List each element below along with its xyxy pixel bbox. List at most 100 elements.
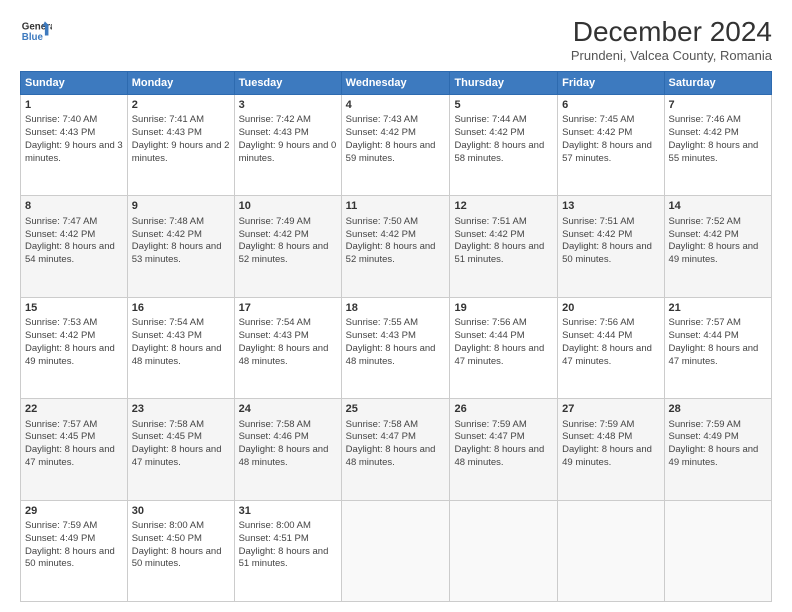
table-cell: 30Sunrise: 8:00 AM Sunset: 4:50 PM Dayli… bbox=[127, 500, 234, 601]
day-number: 11 bbox=[346, 199, 446, 214]
table-cell: 18Sunrise: 7:55 AM Sunset: 4:43 PM Dayli… bbox=[341, 297, 450, 398]
day-info: Sunrise: 7:59 AM Sunset: 4:47 PM Dayligh… bbox=[454, 419, 553, 470]
table-cell: 10 Sunrise: 7:49 AM Sunset: 4:42 PM Dayli… bbox=[234, 196, 341, 297]
day-info: Sunrise: 7:44 AM Sunset: 4:42 PM Dayligh… bbox=[454, 114, 553, 165]
day-number: 22 bbox=[25, 402, 123, 417]
table-cell: 15Sunrise: 7:53 AM Sunset: 4:42 PM Dayli… bbox=[21, 297, 128, 398]
day-info: Sunrise: 7:59 AM Sunset: 4:48 PM Dayligh… bbox=[562, 419, 659, 470]
table-cell: 20Sunrise: 7:56 AM Sunset: 4:44 PM Dayli… bbox=[558, 297, 664, 398]
week-row-4: 22 Sunrise: 7:57 AM Sunset: 4:45 PM Dayli… bbox=[21, 399, 772, 500]
day-number: 20 bbox=[562, 301, 659, 316]
day-info: Sunrise: 7:58 AM Sunset: 4:45 PM Dayligh… bbox=[132, 419, 230, 470]
table-cell: 26Sunrise: 7:59 AM Sunset: 4:47 PM Dayli… bbox=[450, 399, 558, 500]
header-wednesday: Wednesday bbox=[341, 72, 450, 95]
day-info: Sunrise: 7:41 AM Sunset: 4:43 PM Dayligh… bbox=[132, 114, 230, 165]
table-cell: 23 Sunrise: 7:58 AM Sunset: 4:45 PM Dayli… bbox=[127, 399, 234, 500]
day-number: 30 bbox=[132, 504, 230, 519]
day-number: 13 bbox=[562, 199, 659, 214]
table-cell bbox=[450, 500, 558, 601]
table-cell: 5Sunrise: 7:44 AM Sunset: 4:42 PM Daylig… bbox=[450, 95, 558, 196]
page: General Blue December 2024 Prundeni, Val… bbox=[0, 0, 792, 612]
day-number: 16 bbox=[132, 301, 230, 316]
day-info: Sunrise: 7:43 AM Sunset: 4:42 PM Dayligh… bbox=[346, 114, 446, 165]
table-cell: 27 Sunrise: 7:59 AM Sunset: 4:48 PM Dayli… bbox=[558, 399, 664, 500]
day-number: 18 bbox=[346, 301, 446, 316]
table-cell: 13 Sunrise: 7:51 AM Sunset: 4:42 PM Dayli… bbox=[558, 196, 664, 297]
logo: General Blue bbox=[20, 16, 52, 48]
table-cell: 2Sunrise: 7:41 AM Sunset: 4:43 PM Daylig… bbox=[127, 95, 234, 196]
table-cell: 31Sunrise: 8:00 AM Sunset: 4:51 PM Dayli… bbox=[234, 500, 341, 601]
header-thursday: Thursday bbox=[450, 72, 558, 95]
day-info: Sunrise: 7:49 AM Sunset: 4:42 PM Dayligh… bbox=[239, 216, 337, 267]
day-info: Sunrise: 7:45 AM Sunset: 4:42 PM Dayligh… bbox=[562, 114, 659, 165]
day-info: Sunrise: 7:46 AM Sunset: 4:42 PM Dayligh… bbox=[669, 114, 767, 165]
table-cell: 12 Sunrise: 7:51 AM Sunset: 4:42 PM Dayli… bbox=[450, 196, 558, 297]
day-number: 10 bbox=[239, 199, 337, 214]
day-info: Sunrise: 7:59 AM Sunset: 4:49 PM Dayligh… bbox=[25, 520, 123, 571]
table-cell: 6Sunrise: 7:45 AM Sunset: 4:42 PM Daylig… bbox=[558, 95, 664, 196]
day-number: 4 bbox=[346, 98, 446, 113]
logo-icon: General Blue bbox=[20, 16, 52, 48]
header-tuesday: Tuesday bbox=[234, 72, 341, 95]
day-info: Sunrise: 7:57 AM Sunset: 4:44 PM Dayligh… bbox=[669, 317, 767, 368]
day-number: 6 bbox=[562, 98, 659, 113]
table-cell: 25Sunrise: 7:58 AM Sunset: 4:47 PM Dayli… bbox=[341, 399, 450, 500]
table-cell: 14 Sunrise: 7:52 AM Sunset: 4:42 PM Dayli… bbox=[664, 196, 771, 297]
day-number: 12 bbox=[454, 199, 553, 214]
header-row: Sunday Monday Tuesday Wednesday Thursday… bbox=[21, 72, 772, 95]
svg-text:Blue: Blue bbox=[22, 32, 44, 43]
day-info: Sunrise: 7:48 AM Sunset: 4:42 PM Dayligh… bbox=[132, 216, 230, 267]
day-info: Sunrise: 7:47 AM Sunset: 4:42 PM Dayligh… bbox=[25, 216, 123, 267]
table-cell: 7Sunrise: 7:46 AM Sunset: 4:42 PM Daylig… bbox=[664, 95, 771, 196]
table-cell: 3Sunrise: 7:42 AM Sunset: 4:43 PM Daylig… bbox=[234, 95, 341, 196]
table-cell: 11 Sunrise: 7:50 AM Sunset: 4:42 PM Dayli… bbox=[341, 196, 450, 297]
month-title: December 2024 bbox=[571, 16, 772, 48]
table-cell: 9Sunrise: 7:48 AM Sunset: 4:42 PM Daylig… bbox=[127, 196, 234, 297]
table-cell: 17Sunrise: 7:54 AM Sunset: 4:43 PM Dayli… bbox=[234, 297, 341, 398]
header-saturday: Saturday bbox=[664, 72, 771, 95]
day-info: Sunrise: 7:55 AM Sunset: 4:43 PM Dayligh… bbox=[346, 317, 446, 368]
table-cell: 28Sunrise: 7:59 AM Sunset: 4:49 PM Dayli… bbox=[664, 399, 771, 500]
header-monday: Monday bbox=[127, 72, 234, 95]
table-cell: 1Sunrise: 7:40 AM Sunset: 4:43 PM Daylig… bbox=[21, 95, 128, 196]
day-info: Sunrise: 7:58 AM Sunset: 4:46 PM Dayligh… bbox=[239, 419, 337, 470]
table-cell bbox=[341, 500, 450, 601]
table-cell: 22 Sunrise: 7:57 AM Sunset: 4:45 PM Dayli… bbox=[21, 399, 128, 500]
header-sunday: Sunday bbox=[21, 72, 128, 95]
table-cell bbox=[664, 500, 771, 601]
table-cell: 4Sunrise: 7:43 AM Sunset: 4:42 PM Daylig… bbox=[341, 95, 450, 196]
day-info: Sunrise: 7:51 AM Sunset: 4:42 PM Dayligh… bbox=[454, 216, 553, 267]
day-number: 19 bbox=[454, 301, 553, 316]
day-info: Sunrise: 7:51 AM Sunset: 4:42 PM Dayligh… bbox=[562, 216, 659, 267]
day-number: 3 bbox=[239, 98, 337, 113]
day-info: Sunrise: 7:54 AM Sunset: 4:43 PM Dayligh… bbox=[239, 317, 337, 368]
table-cell: 29Sunrise: 7:59 AM Sunset: 4:49 PM Dayli… bbox=[21, 500, 128, 601]
table-cell: 8 Sunrise: 7:47 AM Sunset: 4:42 PM Daylig… bbox=[21, 196, 128, 297]
day-number: 31 bbox=[239, 504, 337, 519]
subtitle: Prundeni, Valcea County, Romania bbox=[571, 48, 772, 63]
day-info: Sunrise: 7:52 AM Sunset: 4:42 PM Dayligh… bbox=[669, 216, 767, 267]
day-number: 23 bbox=[132, 402, 230, 417]
table-cell: 16Sunrise: 7:54 AM Sunset: 4:43 PM Dayli… bbox=[127, 297, 234, 398]
day-number: 1 bbox=[25, 98, 123, 113]
day-info: Sunrise: 7:50 AM Sunset: 4:42 PM Dayligh… bbox=[346, 216, 446, 267]
day-info: Sunrise: 7:54 AM Sunset: 4:43 PM Dayligh… bbox=[132, 317, 230, 368]
week-row-2: 8 Sunrise: 7:47 AM Sunset: 4:42 PM Daylig… bbox=[21, 196, 772, 297]
day-number: 8 bbox=[25, 199, 123, 214]
header: General Blue December 2024 Prundeni, Val… bbox=[20, 16, 772, 63]
calendar-table: Sunday Monday Tuesday Wednesday Thursday… bbox=[20, 71, 772, 602]
day-number: 14 bbox=[669, 199, 767, 214]
table-cell: 21Sunrise: 7:57 AM Sunset: 4:44 PM Dayli… bbox=[664, 297, 771, 398]
day-info: Sunrise: 7:56 AM Sunset: 4:44 PM Dayligh… bbox=[562, 317, 659, 368]
day-info: Sunrise: 7:53 AM Sunset: 4:42 PM Dayligh… bbox=[25, 317, 123, 368]
day-info: Sunrise: 7:56 AM Sunset: 4:44 PM Dayligh… bbox=[454, 317, 553, 368]
table-cell: 19Sunrise: 7:56 AM Sunset: 4:44 PM Dayli… bbox=[450, 297, 558, 398]
day-number: 2 bbox=[132, 98, 230, 113]
day-number: 27 bbox=[562, 402, 659, 417]
day-info: Sunrise: 7:57 AM Sunset: 4:45 PM Dayligh… bbox=[25, 419, 123, 470]
week-row-1: 1Sunrise: 7:40 AM Sunset: 4:43 PM Daylig… bbox=[21, 95, 772, 196]
week-row-5: 29Sunrise: 7:59 AM Sunset: 4:49 PM Dayli… bbox=[21, 500, 772, 601]
table-cell: 24Sunrise: 7:58 AM Sunset: 4:46 PM Dayli… bbox=[234, 399, 341, 500]
day-info: Sunrise: 7:40 AM Sunset: 4:43 PM Dayligh… bbox=[25, 114, 123, 165]
day-number: 28 bbox=[669, 402, 767, 417]
